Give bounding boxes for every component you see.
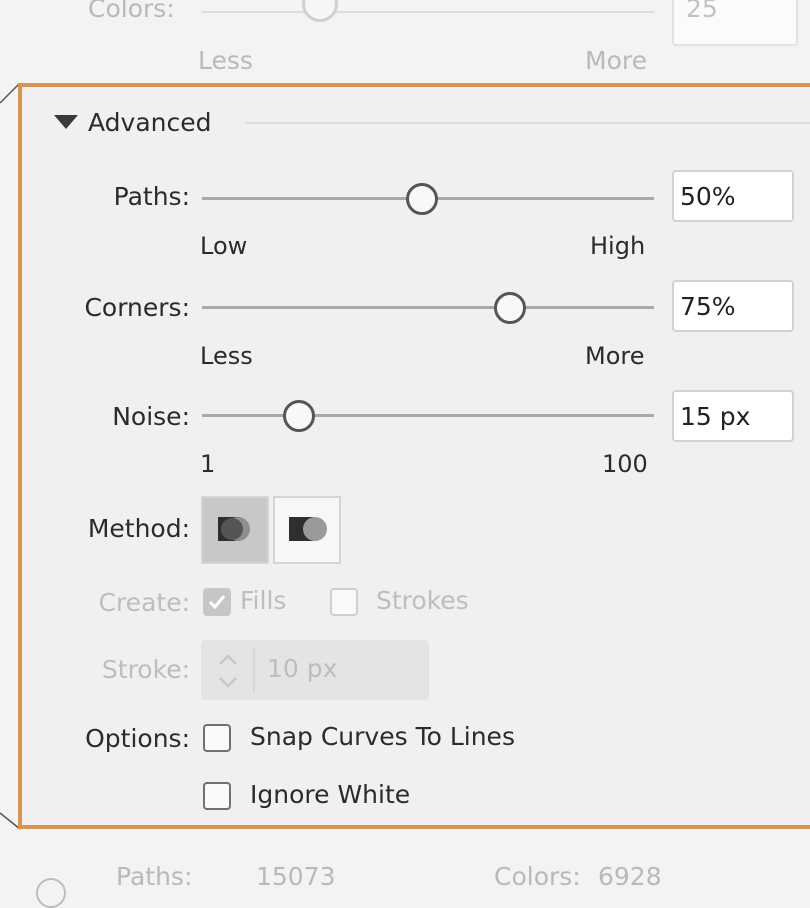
options-label: Options: xyxy=(85,724,190,753)
noise-slider-knob[interactable] xyxy=(282,400,315,432)
footer-colors-value: 6928 xyxy=(598,862,662,891)
footer-paths-value: 15073 xyxy=(256,862,336,891)
method-abutting-button[interactable] xyxy=(201,496,269,564)
info-icon[interactable] xyxy=(36,878,66,908)
abutting-method-icon xyxy=(218,517,250,541)
noise-label: Noise: xyxy=(112,402,190,431)
advanced-section-toggle[interactable]: Advanced xyxy=(54,108,212,137)
noise-value-field[interactable]: 15 px xyxy=(672,390,794,442)
method-label: Method: xyxy=(87,514,190,543)
colors-range-high: More xyxy=(585,46,647,75)
colors-value: 25 xyxy=(686,0,718,23)
stepper-divider xyxy=(253,648,255,692)
stroke-value: 10 px xyxy=(267,654,338,683)
colors-label: Colors: xyxy=(88,0,175,23)
noise-range-high: 100 xyxy=(602,450,648,478)
disclosure-triangle-icon[interactable] xyxy=(54,115,78,129)
corners-slider-knob[interactable] xyxy=(494,292,526,324)
fills-checkbox[interactable] xyxy=(203,588,231,616)
snap-curves-checkbox[interactable] xyxy=(203,724,231,752)
corners-label: Corners: xyxy=(84,293,190,322)
overlapping-method-icon xyxy=(289,517,327,541)
create-label: Create: xyxy=(98,588,191,617)
method-overlapping-button[interactable] xyxy=(273,496,341,564)
noise-range-low: 1 xyxy=(200,450,216,478)
footer-paths-label: Paths: xyxy=(116,862,193,891)
strokes-label: Strokes xyxy=(376,586,469,615)
corners-value-field[interactable]: 75% xyxy=(672,280,794,332)
section-divider xyxy=(245,122,810,124)
paths-range-low: Low xyxy=(200,232,248,260)
stroke-stepper[interactable]: 10 px xyxy=(201,640,429,700)
corners-slider-track[interactable] xyxy=(202,306,654,309)
ignore-white-label: Ignore White xyxy=(250,780,411,809)
colors-slider-track[interactable] xyxy=(202,11,654,13)
paths-label: Paths: xyxy=(113,182,190,211)
fills-label: Fills xyxy=(240,586,287,615)
stepper-arrows-icon[interactable] xyxy=(213,646,243,694)
paths-value-field[interactable]: 50% xyxy=(672,170,794,222)
colors-range-low: Less xyxy=(198,46,253,75)
corners-range-high: More xyxy=(585,342,645,370)
snap-curves-label: Snap Curves To Lines xyxy=(250,722,515,751)
paths-slider-knob[interactable] xyxy=(406,183,438,215)
checkmark-icon xyxy=(208,595,226,610)
footer-colors-label: Colors: xyxy=(494,862,581,891)
strokes-checkbox[interactable] xyxy=(330,588,358,616)
noise-slider-track[interactable] xyxy=(202,414,654,417)
paths-range-high: High xyxy=(590,232,646,260)
corners-range-low: Less xyxy=(200,342,253,370)
advanced-header-label: Advanced xyxy=(88,108,212,137)
stroke-label: Stroke: xyxy=(101,655,190,684)
ignore-white-checkbox[interactable] xyxy=(203,782,231,810)
